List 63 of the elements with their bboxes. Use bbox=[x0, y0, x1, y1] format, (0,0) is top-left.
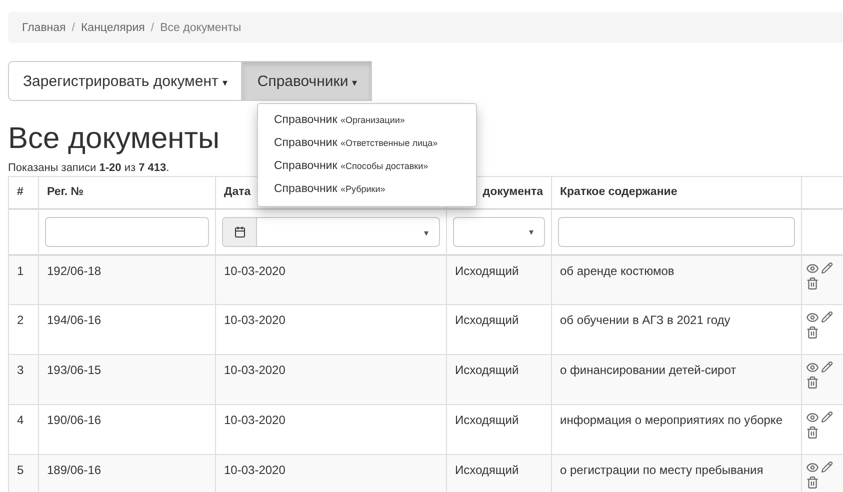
table-cell: Исходящий bbox=[455, 264, 519, 278]
breadcrumb-link[interactable]: Канцелярия bbox=[80, 22, 145, 34]
menu-item[interactable]: Справочник «Организации» bbox=[258, 109, 476, 132]
table-cell: 193/06-15 bbox=[47, 363, 102, 377]
table-cell: 192/06-18 bbox=[47, 264, 102, 278]
records-summary: Показаны записи 1-20 из 7 413. bbox=[8, 162, 170, 174]
view-icon[interactable] bbox=[806, 262, 819, 274]
breadcrumb-separator: / bbox=[150, 22, 154, 34]
select-filter-field[interactable]: ▾ bbox=[453, 216, 545, 246]
table-cell: 3 bbox=[17, 363, 24, 377]
filter-field[interactable] bbox=[558, 216, 795, 246]
menu-item[interactable]: Справочник «Способы доставки» bbox=[258, 155, 476, 178]
table-cell: 194/06-16 bbox=[47, 313, 102, 327]
table-cell: об аренде костюмов bbox=[560, 264, 674, 278]
table-cell: 189/06-16 bbox=[47, 463, 102, 477]
delete-icon[interactable] bbox=[806, 326, 819, 339]
edit-icon[interactable] bbox=[821, 361, 833, 373]
menu-item[interactable]: Справочник «Ответственные лица» bbox=[258, 132, 476, 155]
delete-icon[interactable] bbox=[806, 376, 819, 389]
table-cell: 10-03-2020 bbox=[224, 413, 286, 427]
delete-icon[interactable] bbox=[806, 276, 819, 290]
dropdown-button[interactable]: Справочники ▾ bbox=[242, 61, 372, 101]
table-cell: о регистрации по месту пребывания bbox=[560, 463, 764, 477]
table-cell: 10-03-2020 bbox=[224, 313, 286, 327]
table-cell: Исходящий bbox=[455, 363, 519, 377]
edit-icon[interactable] bbox=[821, 311, 833, 323]
delete-icon[interactable] bbox=[806, 426, 819, 439]
table-cell: Исходящий bbox=[455, 413, 519, 427]
table-cell: 10-03-2020 bbox=[224, 264, 286, 278]
dropdown-button[interactable]: Зарегистрировать документ ▾ bbox=[8, 61, 242, 101]
table-cell: Исходящий bbox=[455, 463, 519, 477]
table-cell: 190/06-16 bbox=[47, 413, 102, 427]
view-icon[interactable] bbox=[806, 361, 819, 374]
breadcrumb-separator: / bbox=[72, 22, 75, 34]
table-cell: о финансировании детей-сирот bbox=[560, 363, 736, 377]
view-icon[interactable] bbox=[806, 461, 819, 474]
table-cell: 1 bbox=[17, 264, 24, 278]
view-icon[interactable] bbox=[806, 311, 819, 324]
breadcrumb-link[interactable]: Главная bbox=[22, 22, 66, 34]
table-cell: Исходящий bbox=[455, 313, 519, 327]
date-filter-field[interactable]: ▾ bbox=[222, 216, 440, 246]
view-icon[interactable] bbox=[806, 411, 819, 424]
edit-icon[interactable] bbox=[821, 262, 833, 274]
delete-icon[interactable] bbox=[806, 476, 819, 489]
column-header: # bbox=[17, 186, 24, 198]
menu-item[interactable]: Справочник «Рубрики» bbox=[258, 178, 476, 201]
table-cell: 10-03-2020 bbox=[224, 363, 286, 377]
table-cell: 5 bbox=[17, 463, 24, 477]
edit-icon[interactable] bbox=[821, 461, 833, 473]
page-name: Все документы bbox=[160, 22, 242, 34]
table-cell: 2 bbox=[17, 313, 24, 327]
column-header: Краткое содержание bbox=[560, 186, 678, 198]
column-header: Дата bbox=[224, 186, 251, 198]
table-cell: информация о мероприятиях по уборке bbox=[560, 413, 782, 427]
calendar-icon bbox=[234, 226, 246, 238]
filter-field[interactable] bbox=[45, 216, 209, 246]
table-cell: 10-03-2020 bbox=[224, 463, 286, 477]
table-cell: об обучении в АГЗ в 2021 году bbox=[560, 313, 730, 327]
column-header: документа bbox=[482, 186, 543, 198]
column-header: Рег. № bbox=[47, 186, 84, 198]
table-cell: 4 bbox=[17, 413, 24, 427]
page-title: Все документы bbox=[8, 121, 220, 157]
edit-icon[interactable] bbox=[821, 411, 833, 423]
